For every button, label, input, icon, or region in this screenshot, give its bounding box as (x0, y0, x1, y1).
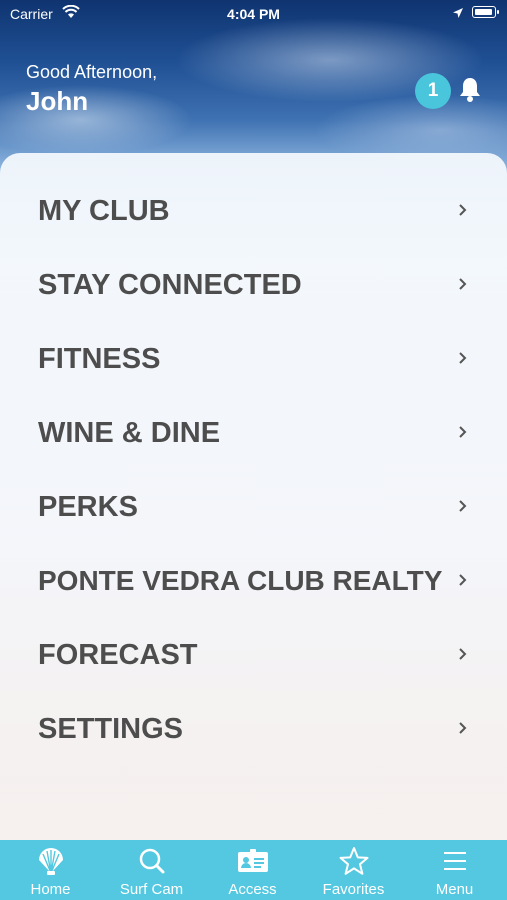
menu-item-label: FITNESS (38, 343, 161, 375)
id-card-icon (237, 849, 268, 872)
tab-home[interactable]: Home (0, 840, 101, 900)
tab-label: Favorites (322, 881, 385, 898)
menu-item-settings[interactable]: SETTINGS (0, 691, 507, 765)
chevron-right-icon (459, 352, 467, 364)
user-name: John (26, 86, 89, 116)
menu-item-label: STAY CONNECTED (38, 269, 302, 301)
notification-count-badge[interactable]: 1 (415, 73, 451, 109)
chevron-right-icon (459, 426, 467, 438)
menu-item-label: FORECAST (38, 639, 198, 671)
menu-item-label: PERKS (38, 491, 138, 523)
menu-item-stay-connected[interactable]: STAY CONNECTED (0, 247, 507, 321)
star-icon (339, 847, 368, 875)
chevron-right-icon (459, 278, 467, 290)
menu-item-label: WINE & DINE (38, 417, 221, 449)
main-menu-panel: MY CLUB STAY CONNECTED FITNESS WINE & DI… (0, 153, 507, 840)
tab-favorites[interactable]: Favorites (303, 840, 404, 900)
menu-item-label: SETTINGS (38, 713, 184, 745)
battery-level (475, 9, 492, 15)
location-arrow-icon (453, 8, 463, 18)
chevron-right-icon (459, 204, 467, 216)
hamburger-menu-icon (443, 852, 466, 870)
menu-item-label: MY CLUB (38, 195, 170, 227)
search-icon (139, 848, 164, 874)
tab-label: Surf Cam (119, 881, 184, 898)
menu-item-my-club[interactable]: MY CLUB (0, 173, 507, 247)
shell-icon (38, 848, 63, 875)
tab-label: Home (30, 881, 71, 898)
menu-item-label: PONTE VEDRA CLUB REALTY (38, 565, 443, 596)
menu-item-perks[interactable]: PERKS (0, 469, 507, 543)
bell-icon[interactable] (458, 76, 482, 104)
tab-surf-cam[interactable]: Surf Cam (101, 840, 202, 900)
chevron-right-icon (459, 574, 467, 586)
chevron-right-icon (459, 648, 467, 660)
menu-item-forecast[interactable]: FORECAST (0, 617, 507, 691)
menu-item-wine-dine[interactable]: WINE & DINE (0, 395, 507, 469)
battery-icon (472, 6, 499, 18)
menu-item-fitness[interactable]: FITNESS (0, 321, 507, 395)
chevron-right-icon (459, 500, 467, 512)
tab-label: Menu (435, 881, 474, 898)
chevron-right-icon (459, 722, 467, 734)
status-bar: Carrier 4:04 PM (0, 0, 507, 28)
tab-access[interactable]: Access (202, 840, 303, 900)
greeting-text: Good Afternoon, (26, 62, 158, 82)
status-time: 4:04 PM (227, 6, 280, 22)
bottom-tab-bar: Home Surf Cam Access Favorites Menu (0, 840, 507, 900)
menu-item-ponte-vedra-club-realty[interactable]: PONTE VEDRA CLUB REALTY (0, 543, 507, 617)
tab-label: Access (228, 881, 277, 898)
tab-menu[interactable]: Menu (404, 840, 505, 900)
